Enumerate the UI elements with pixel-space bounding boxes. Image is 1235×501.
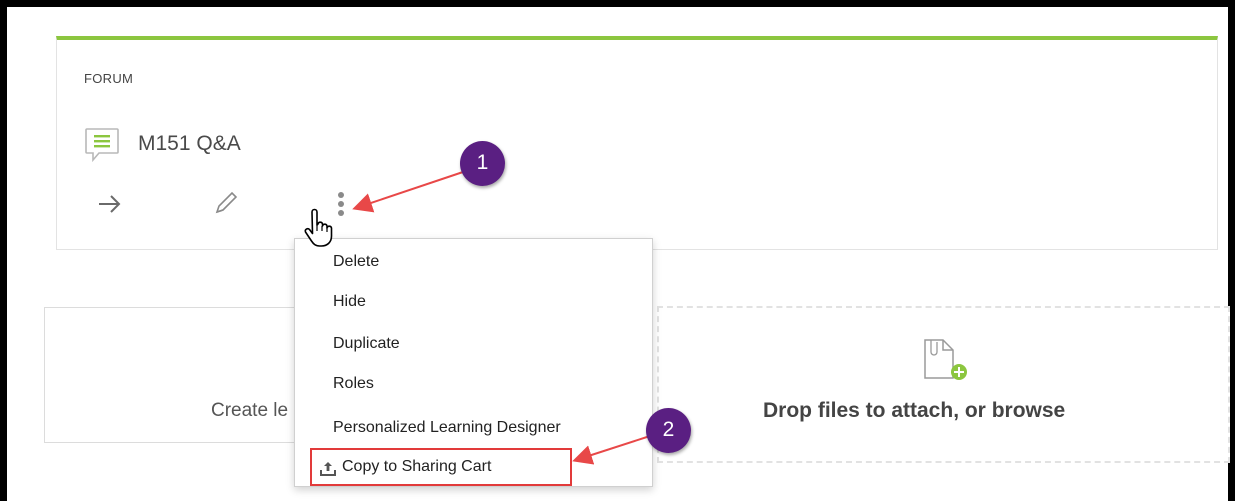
file-drop-zone[interactable]: Drop files to attach, or browse bbox=[657, 306, 1230, 463]
drop-zone-text[interactable]: Drop files to attach, or browse bbox=[763, 399, 1065, 423]
menu-item-roles[interactable]: Roles bbox=[333, 375, 374, 393]
forum-activity-card: FORUM M151 Q&A bbox=[56, 36, 1218, 250]
menu-item-personalized-learning-designer[interactable]: Personalized Learning Designer bbox=[333, 419, 561, 437]
menu-item-duplicate[interactable]: Duplicate bbox=[333, 335, 400, 353]
hand-cursor-icon bbox=[304, 208, 333, 247]
file-add-icon bbox=[924, 339, 967, 380]
activity-title[interactable]: M151 Q&A bbox=[138, 132, 241, 156]
forum-icon bbox=[85, 128, 119, 163]
menu-item-delete[interactable]: Delete bbox=[333, 253, 379, 271]
upload-tray-icon bbox=[320, 462, 336, 476]
menu-item-hide[interactable]: Hide bbox=[333, 293, 366, 311]
annotation-badge-1: 1 bbox=[460, 141, 505, 186]
arrow-right-icon[interactable] bbox=[97, 192, 123, 216]
screenshot-frame-left bbox=[0, 0, 7, 501]
menu-item-copy-to-sharing-cart[interactable]: Copy to Sharing Cart bbox=[310, 448, 572, 486]
annotation-badge-2: 2 bbox=[646, 408, 691, 453]
kebab-menu-icon[interactable] bbox=[335, 190, 347, 220]
menu-item-label: Copy to Sharing Cart bbox=[342, 458, 492, 475]
create-card-text: Create le bbox=[211, 400, 289, 421]
activity-context-menu: Delete Hide Duplicate Roles Personalized… bbox=[294, 238, 653, 487]
create-activity-card[interactable]: Create le bbox=[44, 307, 298, 443]
activity-type-label: FORUM bbox=[84, 71, 134, 86]
pencil-icon[interactable] bbox=[213, 190, 239, 216]
screenshot-frame-top bbox=[0, 0, 1235, 7]
